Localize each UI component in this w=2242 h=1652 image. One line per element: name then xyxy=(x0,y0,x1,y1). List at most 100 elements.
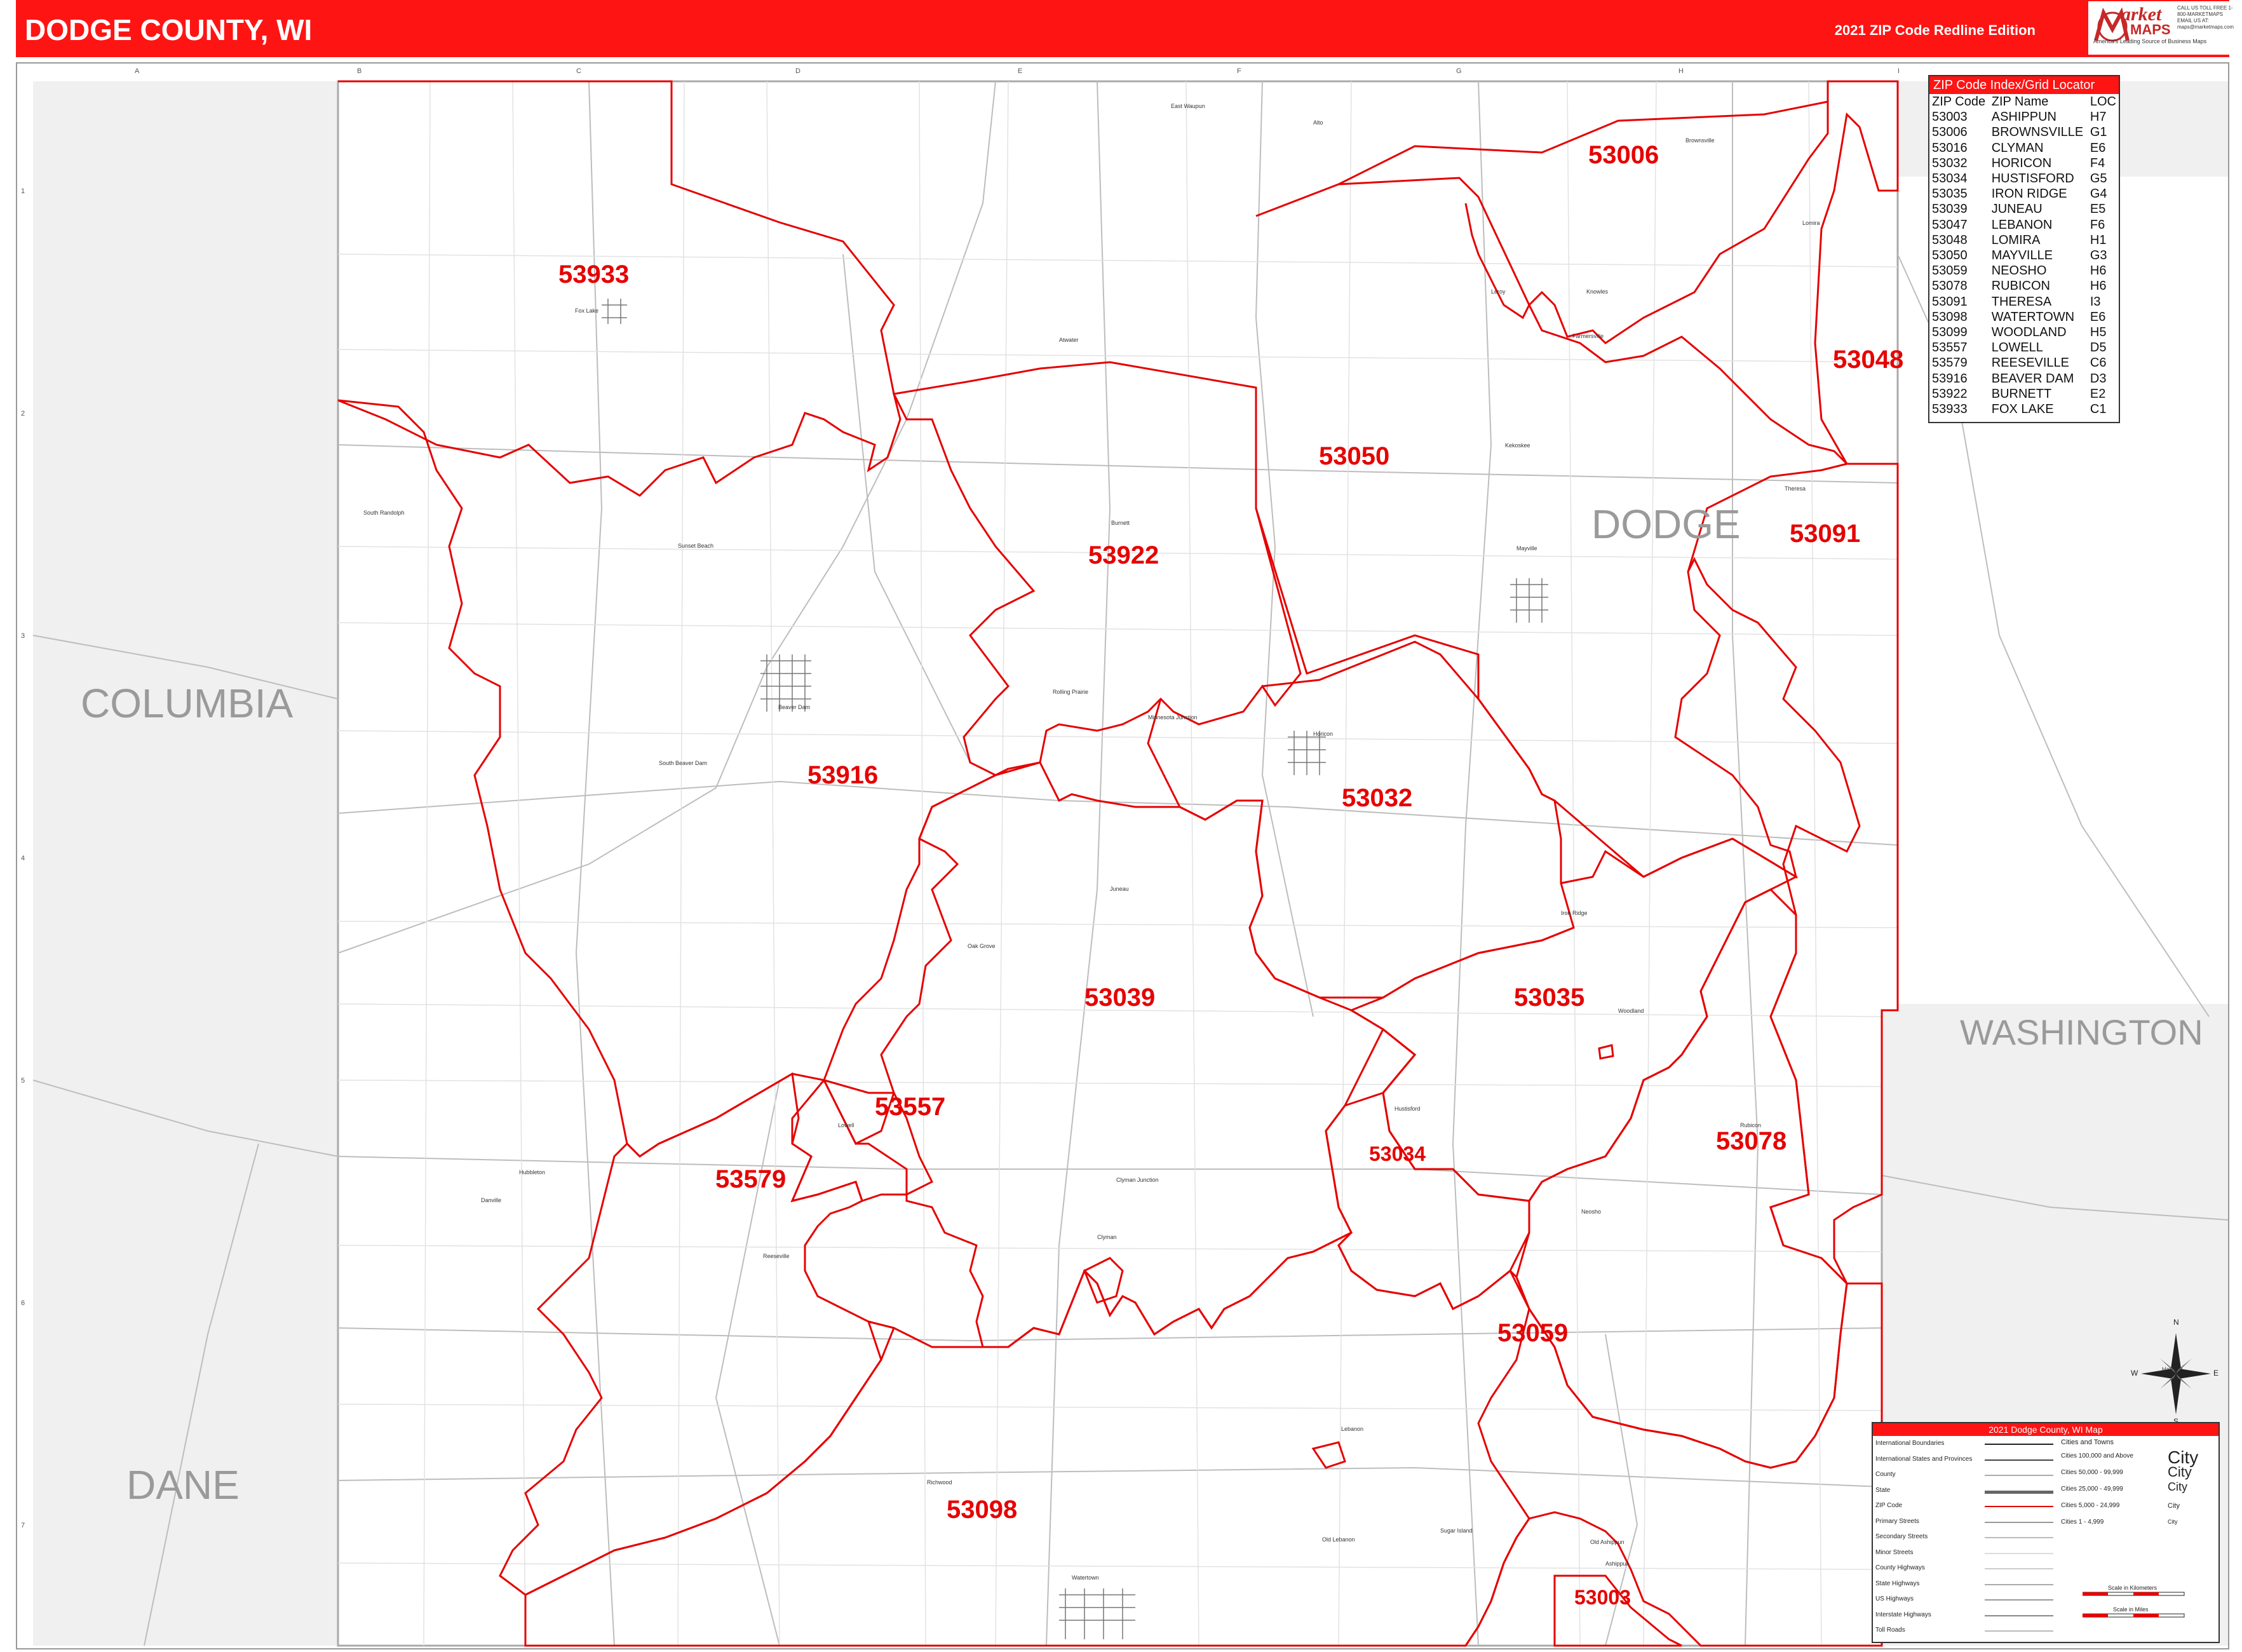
legend-line-label: Primary Streets xyxy=(1875,1517,1919,1525)
zip-index-row[interactable]: 53557 LOWELL D5 xyxy=(1932,340,2119,355)
zip-label-53916[interactable]: 53916 xyxy=(807,761,878,790)
legend-line-label: Interstate Highways xyxy=(1875,1611,1931,1618)
zip-index-row[interactable]: 53034 HUSTISFORD G5 xyxy=(1932,171,2119,186)
col-header-zip: ZIP Code xyxy=(1932,95,1986,109)
zip-label-53006[interactable]: 53006 xyxy=(1588,141,1659,170)
zip-label-53034[interactable]: 53034 xyxy=(1369,1142,1426,1166)
zip-index-row[interactable]: 53099 WOODLAND H5 xyxy=(1932,325,2119,340)
brand-logo[interactable]: arket MAPS America's Leading Source of B… xyxy=(2088,1,2241,55)
brand-contact: CALL US TOLL FREE 1-800-MARKETMAPS EMAIL… xyxy=(2177,5,2234,30)
zip-index-cell-loc: G5 xyxy=(2090,172,2107,186)
legend-line-label: Secondary Streets xyxy=(1875,1533,1928,1540)
legend-line-label: Minor Streets xyxy=(1875,1548,1914,1556)
legend-city-sample: City xyxy=(2168,1464,2192,1480)
zip-index-cell-name: WOODLAND xyxy=(1991,325,2067,340)
city-label: Fox Lake xyxy=(575,308,599,314)
zip-index-row[interactable]: 53922 BURNETT E2 xyxy=(1932,386,2119,402)
city-label: Neosho xyxy=(1581,1209,1602,1215)
zip-label-53078[interactable]: 53078 xyxy=(1716,1127,1786,1156)
zip-index-header-row: ZIP Code ZIP Name LOC xyxy=(1932,94,2119,109)
zip-index-cell-name: NEOSHO xyxy=(1991,264,2047,278)
grid-col-h: H xyxy=(1678,67,1684,75)
zip-label-53091[interactable]: 53091 xyxy=(1790,520,1860,548)
grid-row-6: 6 xyxy=(21,1299,25,1307)
zip-index-row[interactable]: 53035 IRON RIDGE G4 xyxy=(1932,186,2119,201)
grid-row-3: 3 xyxy=(21,632,25,640)
zip-index-row[interactable]: 53098 WATERTOWN E6 xyxy=(1932,309,2119,325)
zip-index-cell-zip: 53003 xyxy=(1932,110,1968,125)
zip-label-53003[interactable]: 53003 xyxy=(1574,1586,1631,1609)
legend-line-swatch xyxy=(1985,1490,2053,1494)
grid-col-i: I xyxy=(1898,67,1900,75)
zip-index-cell-loc: G1 xyxy=(2090,125,2107,140)
city-label: Lomira xyxy=(1802,220,1820,226)
zip-index-row[interactable]: 53050 MAYVILLE G3 xyxy=(1932,248,2119,263)
zip-label-53048[interactable]: 53048 xyxy=(1833,346,1903,374)
grid-row-7: 7 xyxy=(21,1522,25,1529)
grid-col-b: B xyxy=(357,67,362,75)
zip-index-cell-zip: 53006 xyxy=(1932,125,1968,140)
zip-label-53579[interactable]: 53579 xyxy=(715,1165,786,1194)
city-label: Ashippun xyxy=(1605,1561,1630,1567)
zip-index-cell-zip: 53050 xyxy=(1932,248,1968,263)
legend-line-label: County Highways xyxy=(1875,1564,1925,1571)
zip-index-cell-name: JUNEAU xyxy=(1991,202,2043,217)
zip-index-row[interactable]: 53003 ASHIPPUN H7 xyxy=(1932,109,2119,125)
zip-index-cell-loc: E5 xyxy=(2090,202,2106,217)
zip-index-cell-loc: E2 xyxy=(2090,386,2106,401)
legend-line-swatch xyxy=(1985,1506,2053,1507)
city-label: Woodland xyxy=(1618,1008,1644,1014)
zip-index-cell-name: LEBANON xyxy=(1991,217,2053,232)
zip-index-row[interactable]: 53032 HORICON F4 xyxy=(1932,156,2119,171)
city-label: Hustisford xyxy=(1394,1106,1421,1112)
zip-index-cell-zip: 53078 xyxy=(1932,279,1968,294)
zip-index-row[interactable]: 53091 THERESA I3 xyxy=(1932,294,2119,309)
city-label: Kekoskee xyxy=(1505,442,1530,449)
city-label: Iron Ridge xyxy=(1561,910,1588,916)
zip-index-cell-zip: 53557 xyxy=(1932,341,1968,355)
zip-label-53098[interactable]: 53098 xyxy=(947,1496,1017,1524)
legend-line-label: County xyxy=(1875,1471,1896,1478)
zip-index-cell-loc: D3 xyxy=(2090,371,2107,386)
legend-city-header: Cities and Towns xyxy=(2061,1439,2114,1446)
zip-index-cell-name: BROWNSVILLE xyxy=(1991,125,2084,140)
zip-index-cell-loc: E6 xyxy=(2090,140,2106,155)
zip-label-53059[interactable]: 53059 xyxy=(1497,1319,1568,1348)
zip-index-row[interactable]: 53933 FOX LAKE C1 xyxy=(1932,402,2119,417)
zip-label-53557[interactable]: 53557 xyxy=(875,1093,945,1121)
zip-index-row[interactable]: 53039 JUNEAU E5 xyxy=(1932,201,2119,217)
legend-line-swatch xyxy=(1985,1583,2053,1585)
zip-index-cell-name: FOX LAKE xyxy=(1991,402,2054,417)
zip-label-53922[interactable]: 53922 xyxy=(1088,541,1159,570)
zip-index-row[interactable]: 53916 BEAVER DAM D3 xyxy=(1932,371,2119,386)
zip-index-row[interactable]: 53078 RUBICON H6 xyxy=(1932,278,2119,294)
compass-n: N xyxy=(2173,1318,2179,1327)
dodge-county-area xyxy=(337,80,1899,1647)
legend-line-swatch xyxy=(1985,1537,2053,1538)
map-canvas[interactable]: A B C D E F G H I 1 2 3 4 5 6 7 COLUMBIA… xyxy=(16,62,2229,1649)
zip-index-row[interactable]: 53006 BROWNSVILLE G1 xyxy=(1932,125,2119,140)
legend-title: 2021 Dodge County, WI Map xyxy=(1873,1423,2218,1436)
zip-label-53032[interactable]: 53032 xyxy=(1342,784,1412,813)
zip-index-cell-zip: 53032 xyxy=(1932,156,1968,170)
zip-index-cell-loc: C6 xyxy=(2090,356,2107,370)
zip-index-row[interactable]: 53048 LOMIRA H1 xyxy=(1932,233,2119,248)
zip-index-row[interactable]: 53059 NEOSHO H6 xyxy=(1932,263,2119,278)
zip-index-cell-loc: F4 xyxy=(2090,156,2105,170)
legend-line-swatch xyxy=(1985,1475,2053,1476)
zip-label-53039[interactable]: 53039 xyxy=(1084,984,1155,1012)
zip-label-53035[interactable]: 53035 xyxy=(1514,984,1584,1012)
brand-tagline: America's Leading Source of Business Map… xyxy=(2093,38,2207,44)
zip-label-53933[interactable]: 53933 xyxy=(558,261,629,289)
city-label: Beaver Dam xyxy=(778,704,811,710)
zip-index-cell-loc: I3 xyxy=(2090,294,2101,309)
zip-index-cell-name: THERESA xyxy=(1991,294,2052,309)
zip-index-row[interactable]: 53016 CLYMAN E6 xyxy=(1932,140,2119,156)
zip-index-cell-loc: H6 xyxy=(2090,264,2107,278)
grid-row-2: 2 xyxy=(21,410,25,417)
zip-label-53050[interactable]: 53050 xyxy=(1319,442,1389,471)
zip-index-row[interactable]: 53047 LEBANON F6 xyxy=(1932,217,2119,233)
zip-index-row[interactable]: 53579 REESEVILLE C6 xyxy=(1932,355,2119,370)
legend-city-size-label: Cities 100,000 and Above xyxy=(2061,1452,2133,1459)
legend-line-swatch xyxy=(1985,1630,2053,1632)
